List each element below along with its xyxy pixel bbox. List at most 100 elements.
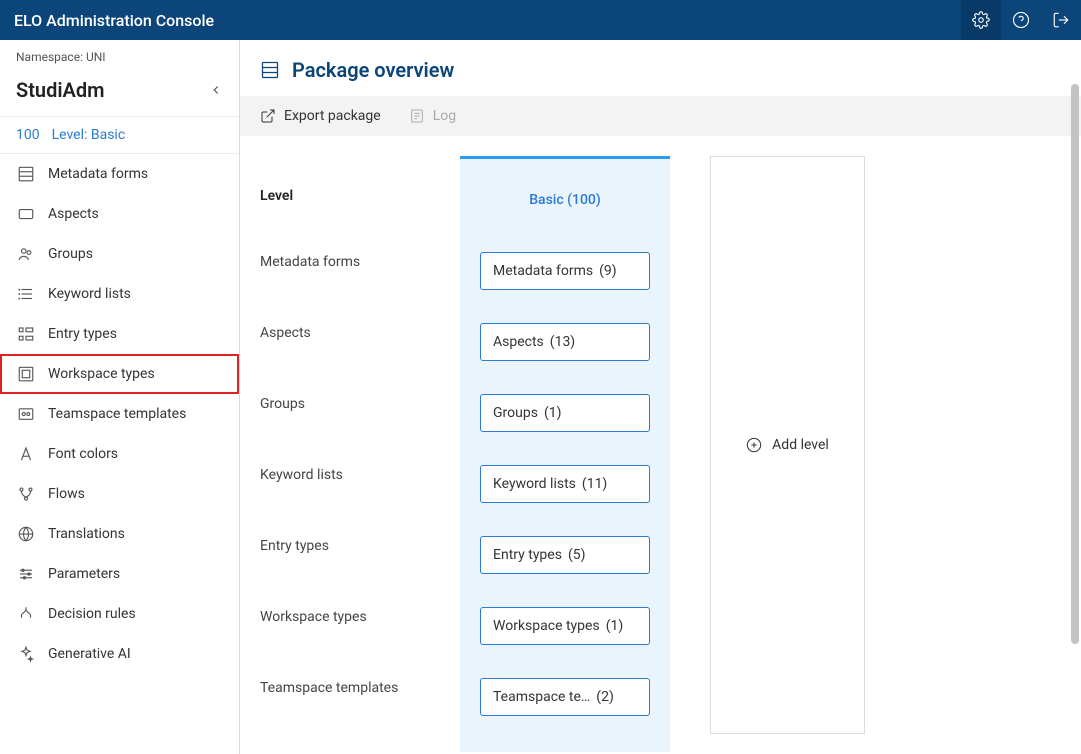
sidebar-item-translations[interactable]: Translations (0, 514, 239, 554)
sidebar-item-generative-ai[interactable]: Generative AI (0, 634, 239, 674)
cell-name: Metadata forms (493, 263, 593, 279)
sidebar-item-label: Aspects (48, 206, 99, 222)
decision-rules-icon (16, 604, 36, 624)
cell-count: (2) (596, 689, 614, 705)
cell-name: Groups (493, 405, 538, 421)
sidebar-item-label: Translations (48, 526, 125, 542)
generative-ai-icon (16, 644, 36, 664)
row-labels-column: Level Metadata formsAspectsGroupsKeyword… (260, 156, 420, 723)
overview-cell-aspects[interactable]: Aspects (13) (480, 323, 650, 361)
export-icon (260, 108, 276, 124)
logout-button[interactable] (1041, 0, 1081, 40)
keyword-lists-icon (16, 284, 36, 304)
sidebar-item-entry-types[interactable]: Entry types (0, 314, 239, 354)
overview-cell-groups[interactable]: Groups (1) (480, 394, 650, 432)
overview-cell-keyword-lists[interactable]: Keyword lists (11) (480, 465, 650, 503)
cell-name: Aspects (493, 334, 544, 350)
cell-name: Teamspace te… (493, 689, 590, 705)
overview-cell-workspace-types[interactable]: Workspace types (1) (480, 607, 650, 645)
sidebar-item-groups[interactable]: Groups (0, 234, 239, 274)
page-title: Package overview (292, 58, 454, 82)
row-label: Aspects (260, 297, 420, 368)
row-label: Groups (260, 368, 420, 439)
cell-count: (1) (544, 405, 562, 421)
sidebar-item-teamspace-templates[interactable]: Teamspace templates (0, 394, 239, 434)
sidebar-item-flows[interactable]: Flows (0, 474, 239, 514)
sidebar-item-label: Decision rules (48, 606, 136, 622)
namespace-label: Namespace: UNI (16, 50, 223, 64)
sidebar-item-decision-rules[interactable]: Decision rules (0, 594, 239, 634)
cell-count: (1) (606, 618, 624, 634)
translations-icon (16, 524, 36, 544)
cell-name: Keyword lists (493, 476, 576, 492)
logout-icon (1052, 11, 1070, 29)
flows-icon (16, 484, 36, 504)
help-icon (1012, 11, 1030, 29)
export-package-button[interactable]: Export package (260, 108, 381, 124)
page-title-row: Package overview (240, 40, 1081, 96)
sidebar-item-keyword-lists[interactable]: Keyword lists (0, 274, 239, 314)
row-label: Teamspace templates (260, 652, 420, 723)
overview-cell-teamspace-templates[interactable]: Teamspace te… (2) (480, 678, 650, 716)
level-column-basic: Basic (100) Metadata forms (9) Aspects (13)… (460, 156, 670, 752)
level-row-header: Level (260, 188, 420, 204)
export-label: Export package (284, 108, 381, 124)
row-label: Entry types (260, 510, 420, 581)
level-selector[interactable]: 100 Level: Basic (0, 116, 239, 154)
groups-icon (16, 244, 36, 264)
row-label: Keyword lists (260, 439, 420, 510)
cell-count: (9) (599, 263, 617, 279)
log-label: Log (433, 108, 456, 124)
cell-count: (11) (582, 476, 607, 492)
sidebar-item-label: Parameters (48, 566, 120, 582)
sidebar-item-label: Teamspace templates (48, 406, 186, 422)
sidebar-item-workspace-types[interactable]: Workspace types (0, 354, 239, 394)
content-area: Level Metadata formsAspectsGroupsKeyword… (240, 136, 1081, 754)
sidebar-nav: Metadata forms Aspects Groups Keyword lists… (0, 154, 239, 754)
workspace-types-icon (16, 364, 36, 384)
chevron-left-icon[interactable] (209, 83, 223, 97)
scrollbar[interactable] (1071, 84, 1079, 644)
sidebar-item-parameters[interactable]: Parameters (0, 554, 239, 594)
overview-cell-entry-types[interactable]: Entry types(5) (480, 536, 650, 574)
font-colors-icon (16, 444, 36, 464)
parameters-icon (16, 564, 36, 584)
sidebar-item-label: Metadata forms (48, 166, 148, 182)
cell-count: (13) (550, 334, 575, 350)
entry-types-icon (16, 324, 36, 344)
row-label: Metadata forms (260, 226, 420, 297)
plus-circle-icon (746, 437, 762, 453)
app-header: ELO Administration Console (0, 0, 1081, 40)
help-button[interactable] (1001, 0, 1041, 40)
toolbar: Export package Log (240, 96, 1081, 136)
teamspace-templates-icon (16, 404, 36, 424)
gear-icon (972, 11, 990, 29)
add-level-column[interactable]: Add level (710, 156, 865, 734)
sidebar-title: StudiAdm (16, 78, 105, 102)
level-name: Level: Basic (52, 127, 126, 143)
cell-name: Workspace types (493, 618, 600, 634)
aspects-icon (16, 204, 36, 224)
sidebar-item-label: Font colors (48, 446, 118, 462)
app-title: ELO Administration Console (14, 11, 961, 30)
sidebar-item-label: Flows (48, 486, 85, 502)
add-level-button[interactable]: Add level (746, 437, 829, 453)
package-overview-icon (260, 60, 280, 80)
sidebar-item-label: Generative AI (48, 646, 131, 662)
sidebar-item-label: Entry types (48, 326, 117, 342)
level-column-header[interactable]: Basic (100) (460, 159, 670, 213)
sidebar-item-aspects[interactable]: Aspects (0, 194, 239, 234)
sidebar-item-label: Keyword lists (48, 286, 131, 302)
log-button: Log (409, 108, 456, 124)
sidebar-item-font-colors[interactable]: Font colors (0, 434, 239, 474)
cell-count: (5) (568, 547, 586, 563)
log-icon (409, 108, 425, 124)
settings-button[interactable] (961, 0, 1001, 40)
level-id: 100 (16, 127, 40, 143)
row-label: Workspace types (260, 581, 420, 652)
sidebar: Namespace: UNI StudiAdm 100 Level: Basic… (0, 40, 240, 754)
metadata-forms-icon (16, 164, 36, 184)
sidebar-item-metadata-forms[interactable]: Metadata forms (0, 154, 239, 194)
add-level-label: Add level (772, 437, 829, 453)
overview-cell-metadata-forms[interactable]: Metadata forms (9) (480, 252, 650, 290)
